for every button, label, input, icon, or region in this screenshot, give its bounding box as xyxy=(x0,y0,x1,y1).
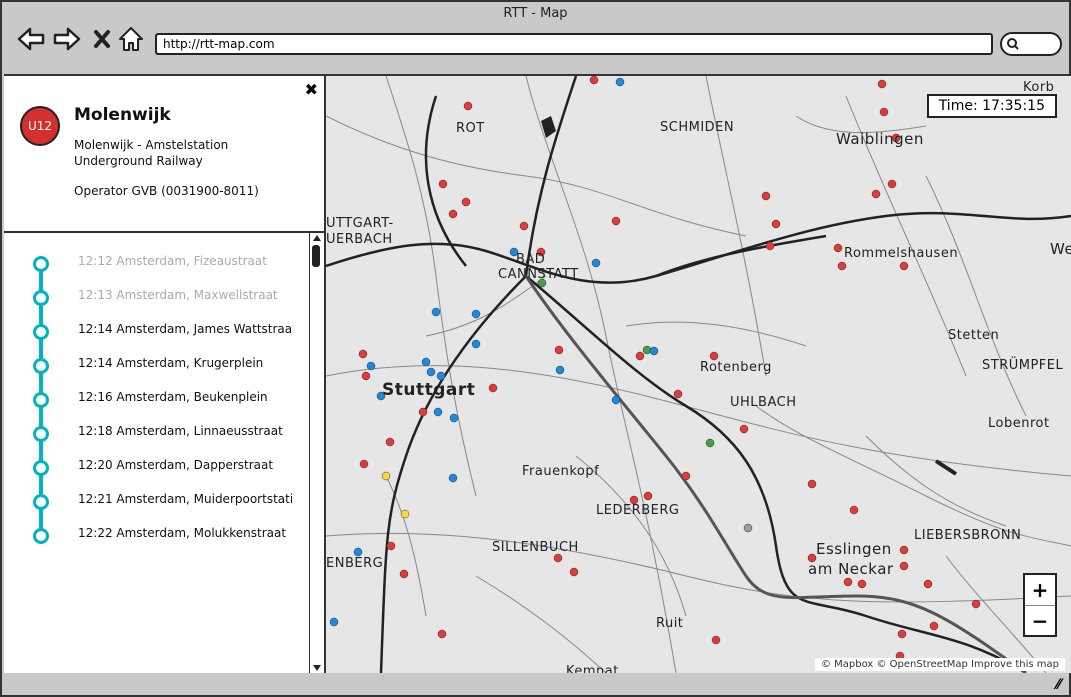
close-panel-icon[interactable]: ✖ xyxy=(305,80,318,99)
map-label: CANNSTATT xyxy=(498,267,579,282)
timeline-stop[interactable]: 12:14 Amsterdam, Krugerplein xyxy=(4,355,304,375)
back-button[interactable] xyxy=(16,24,46,54)
map-label: LEDERBERG xyxy=(596,503,680,518)
stop-dot-icon xyxy=(33,494,49,510)
search-box[interactable] xyxy=(1000,32,1062,56)
line-badge: U12 xyxy=(20,106,60,146)
scroll-up-icon[interactable] xyxy=(311,233,323,243)
stop-dot-icon xyxy=(33,290,49,306)
map-attribution[interactable]: © Mapbox © OpenStreetMap Improve this ma… xyxy=(814,658,1065,671)
map-view[interactable]: Korb ROT SCHMIDEN Waiblingen UTTGART- UE… xyxy=(326,76,1071,673)
map-label: ROT xyxy=(456,121,485,136)
timeline-stop[interactable]: 12:12 Amsterdam, Fizeaustraat xyxy=(4,253,304,273)
search-icon xyxy=(1007,38,1019,50)
close-x-icon xyxy=(94,30,110,48)
scroll-thumb[interactable] xyxy=(312,245,320,267)
timeline-stop[interactable]: 12:21 Amsterdam, Muiderpoortstation xyxy=(4,491,304,511)
stop-button[interactable] xyxy=(88,24,118,54)
window-title: RTT - Map xyxy=(503,6,568,21)
status-bar: ⁄⁄ xyxy=(2,673,1069,695)
timeline-stop[interactable]: 12:16 Amsterdam, Beukenplein xyxy=(4,389,304,409)
stop-timeline: 12:12 Amsterdam, Fizeaustraat 12:13 Amst… xyxy=(4,233,309,673)
stop-dot-icon xyxy=(33,324,49,340)
stop-name: Molenwijk xyxy=(74,105,171,125)
timeline-stop[interactable]: 12:20 Amsterdam, Dapperstraat xyxy=(4,457,304,477)
map-label: Esslingen xyxy=(816,540,892,558)
map-label: Lobenrot xyxy=(988,416,1050,431)
map-label: Stuttgart xyxy=(382,380,476,400)
map-label: SCHMIDEN xyxy=(660,120,735,135)
resize-grip-icon[interactable]: ⁄⁄ xyxy=(1056,677,1061,693)
stop-dot-icon xyxy=(33,460,49,476)
zoom-control: + − xyxy=(1023,573,1057,637)
time-display: Time: 17:35:15 xyxy=(926,94,1057,118)
map-label: Rommelshausen xyxy=(844,246,959,261)
zoom-in-button[interactable]: + xyxy=(1025,575,1055,606)
content-area: ✖ U12 Molenwijk Molenwijk - Amstelstatio… xyxy=(4,74,1071,675)
map-label: LIEBERSBRONN xyxy=(914,528,1022,543)
map-label: Kemnat xyxy=(566,664,619,673)
map-label: am Neckar xyxy=(808,560,894,578)
timeline-stop[interactable]: 12:22 Amsterdam, Molukkenstraat xyxy=(4,525,304,545)
route-name: Molenwijk - Amstelstation xyxy=(74,138,229,152)
timeline-stop[interactable]: 12:18 Amsterdam, Linnaeusstraat xyxy=(4,423,304,443)
stop-dot-icon xyxy=(33,426,49,442)
stop-dot-icon xyxy=(33,256,49,272)
stop-sidebar: ✖ U12 Molenwijk Molenwijk - Amstelstatio… xyxy=(4,76,326,673)
map-label: We xyxy=(1050,240,1071,258)
map-label: STRÜMPFEL xyxy=(982,358,1064,373)
map-label: UHLBACH xyxy=(730,395,797,410)
map-stops-layer xyxy=(329,76,981,661)
map-label: Ruit xyxy=(656,616,684,631)
map-label: SILLENBUCH xyxy=(492,540,579,555)
timeline-scrollbar[interactable] xyxy=(309,233,324,673)
timeline-stop[interactable]: 12:13 Amsterdam, Maxwellstraat xyxy=(4,287,304,307)
map-label: Korb xyxy=(1023,80,1055,95)
stop-dot-icon xyxy=(33,528,49,544)
stop-info-panel: ✖ U12 Molenwijk Molenwijk - Amstelstatio… xyxy=(4,76,324,233)
scroll-down-icon[interactable] xyxy=(311,663,323,673)
map-label: Rotenberg xyxy=(700,360,772,375)
back-arrow-icon xyxy=(17,27,45,51)
forward-button[interactable] xyxy=(52,24,82,54)
route-type: Underground Railway xyxy=(74,154,203,168)
map-label: BAD xyxy=(516,252,546,267)
map-label: UTTGART- xyxy=(326,216,394,231)
map-label: Stetten xyxy=(948,328,1000,343)
map-label: Waiblingen xyxy=(836,130,924,148)
operator-info: Operator GVB (0031900-8011) xyxy=(74,184,259,198)
stop-dot-icon xyxy=(33,358,49,374)
address-bar[interactable]: http://rtt-map.com xyxy=(155,33,993,55)
map-label: Frauenkopf xyxy=(522,464,600,479)
home-button[interactable] xyxy=(116,24,146,54)
forward-arrow-icon xyxy=(53,27,81,51)
browser-window: RTT - Map http://rtt-map.com ✖ U12 Molen… xyxy=(0,0,1071,697)
stop-dot-icon xyxy=(33,392,49,408)
zoom-out-button[interactable]: − xyxy=(1025,606,1055,636)
map-label: UERBACH xyxy=(326,232,393,247)
timeline-stop[interactable]: 12:14 Amsterdam, James Wattstraat xyxy=(4,321,304,341)
home-icon xyxy=(119,27,143,51)
map-label: ENBERG xyxy=(326,556,384,571)
